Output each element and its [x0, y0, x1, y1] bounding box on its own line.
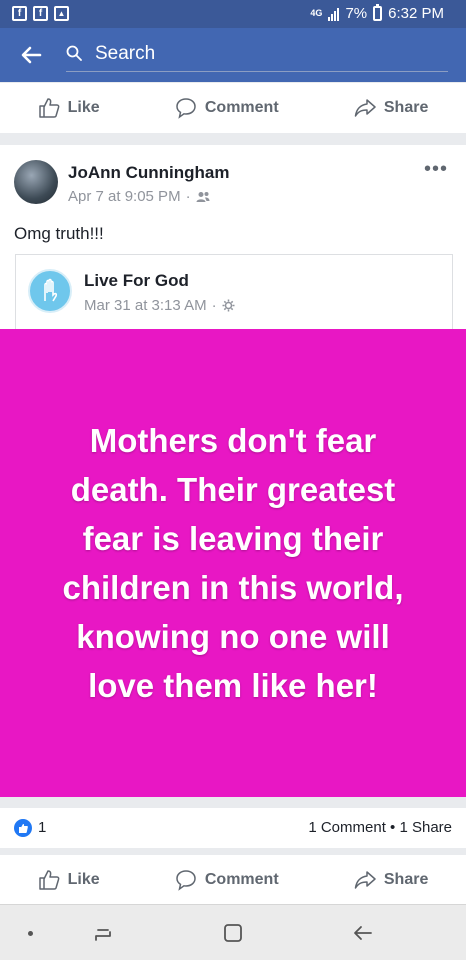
nav-dot-icon[interactable] — [28, 931, 33, 936]
like-label: Like — [67, 871, 100, 888]
comment-button[interactable]: Comment — [175, 869, 279, 891]
thumbs-up-icon — [38, 870, 60, 890]
search-icon — [66, 45, 82, 61]
comment-label: Comment — [204, 99, 279, 116]
share-icon — [354, 99, 376, 117]
shared-date[interactable]: Mar 31 at 3:13 AM — [84, 297, 207, 314]
gallery-icon: ▲ — [54, 6, 69, 21]
facebook-icon: f — [33, 6, 48, 21]
battery-percent: 7% — [345, 5, 368, 22]
like-reaction-icon[interactable] — [14, 819, 32, 837]
status-bar: f f ▲ 4G 7% 6:32 PM — [0, 0, 466, 28]
back-icon[interactable] — [352, 922, 374, 944]
like-label: Like — [67, 99, 100, 116]
like-button[interactable]: Like — [38, 97, 100, 119]
post-meta: Apr 7 at 9:05 PM · — [68, 188, 210, 205]
network-type: 4G — [310, 8, 323, 18]
share-button[interactable]: Share — [354, 869, 428, 891]
comment-icon — [176, 98, 196, 119]
recent-apps-icon[interactable] — [92, 922, 114, 944]
back-arrow-icon[interactable] — [20, 40, 42, 73]
search-header: Search — [0, 28, 466, 82]
signal-icon — [328, 7, 340, 21]
comment-label: Comment — [204, 871, 279, 888]
share-label: Share — [383, 99, 429, 116]
share-label: Share — [383, 871, 429, 888]
search-placeholder: Search — [95, 43, 156, 64]
shared-meta: Mar 31 at 3:13 AM · — [84, 297, 235, 314]
facebook-icon: f — [12, 6, 27, 21]
notification-icons: f f ▲ — [12, 6, 69, 21]
comment-icon — [176, 870, 196, 891]
battery-icon — [373, 4, 383, 21]
home-icon[interactable] — [222, 922, 244, 944]
like-button[interactable]: Like — [38, 869, 100, 891]
previous-post-actions: Like Comment Share — [0, 83, 466, 133]
post-text: Omg truth!!! — [14, 224, 104, 243]
shared-author-avatar[interactable] — [28, 269, 72, 313]
shared-post-header: Live For God Mar 31 at 3:13 AM · — [15, 254, 453, 334]
friends-icon — [196, 191, 210, 202]
more-options-icon[interactable]: ••• — [424, 158, 448, 181]
engagement-summary[interactable]: 1 Comment • 1 Share — [308, 819, 452, 836]
post-date[interactable]: Apr 7 at 9:05 PM — [68, 188, 181, 205]
system-nav-bar — [0, 904, 466, 960]
post-actions: Like Comment Share — [0, 855, 466, 905]
reactions-bar: 1 1 Comment • 1 Share — [0, 808, 466, 848]
shared-author[interactable]: Live For God — [84, 271, 189, 291]
thumbs-up-icon — [38, 98, 60, 118]
author-avatar[interactable] — [14, 160, 58, 204]
public-gear-icon — [222, 299, 235, 312]
image-quote-text: Mothers don't fear death. Their greatest… — [62, 422, 404, 704]
like-count[interactable]: 1 — [38, 819, 46, 836]
status-indicators: 4G 7% 6:32 PM — [310, 4, 444, 22]
comment-button[interactable]: Comment — [175, 97, 279, 119]
shared-image[interactable]: Mothers don't fear death. Their greatest… — [0, 329, 466, 797]
clock: 6:32 PM — [388, 5, 444, 22]
share-icon — [354, 871, 376, 889]
share-button[interactable]: Share — [354, 97, 428, 119]
search-input[interactable]: Search — [66, 40, 448, 72]
post-author[interactable]: JoAnn Cunningham — [68, 163, 229, 183]
